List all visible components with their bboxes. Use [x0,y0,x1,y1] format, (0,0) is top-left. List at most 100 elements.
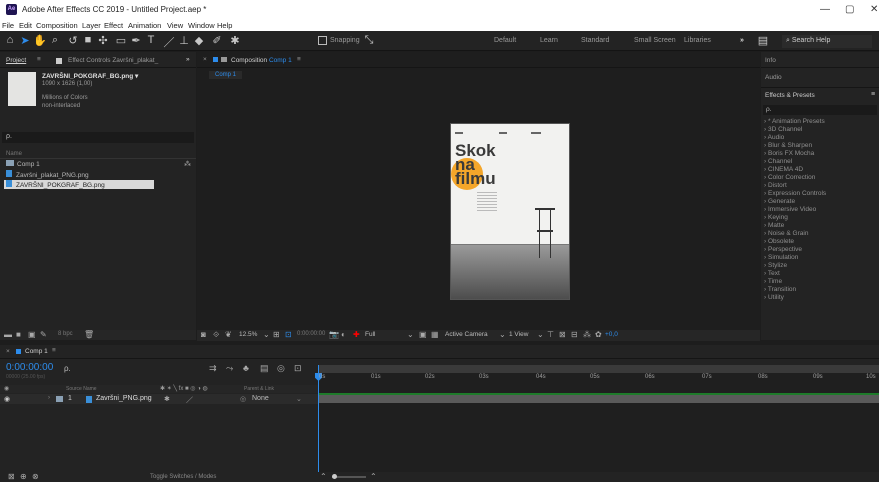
motion-blur-icon[interactable]: ◎ [277,363,285,374]
menu-help[interactable]: Help [217,21,232,30]
new-composition-icon[interactable]: ▣ [28,330,36,339]
toggle-switches-modes[interactable]: Toggle Switches / Modes [150,474,216,480]
eraser-tool-icon[interactable]: ◆ [192,34,206,47]
maximize-button[interactable]: ▢ [845,4,854,15]
expand-layer-icon[interactable]: › [48,395,50,401]
expand-inout-icon[interactable]: ⊗ [32,472,39,481]
close-tab-icon[interactable]: × [203,56,207,63]
list-item[interactable]: Comp 1 [6,160,40,168]
bpc-label[interactable]: 8 bpc [58,331,73,337]
tab-project[interactable]: Project [6,57,26,64]
effect-category-item[interactable]: › Boris FX Mocha [764,150,814,157]
clone-stamp-icon[interactable]: ⊥ [177,34,191,47]
menu-edit[interactable]: Edit [19,21,32,30]
minimize-button[interactable]: — [820,4,830,15]
timeline-search-input[interactable]: ρ. [64,364,71,373]
type-tool-icon[interactable]: T [144,34,158,46]
table-row[interactable]: ◉ › 1 Završni_PNG.png ✱ ／ ◎ None ⌄ [0,394,318,404]
snapping-checkbox[interactable] [318,36,327,45]
tab-effect-controls[interactable]: Effect Controls Završni_plakat_ [68,57,158,64]
toggle-pixel-aspect-icon[interactable]: ⊤ [547,330,554,339]
effect-category-item[interactable]: › 3D Channel [764,126,802,133]
effect-category-item[interactable]: › Keying [764,214,788,221]
effects-menu-icon[interactable]: ≡ [871,91,875,98]
zoom-tool-icon[interactable]: ⌕ [48,34,62,47]
color-swatch-icon[interactable]: ◐ [341,330,346,339]
effect-category-item[interactable]: › Distort [764,182,787,189]
search-help-input[interactable]: ⌕ Search Help [782,35,872,48]
pickwhip-icon[interactable]: ◎ [240,395,246,403]
zoom-slider[interactable] [332,476,366,478]
region-of-interest-icon[interactable]: ▣ [419,330,427,339]
effect-category-item[interactable]: › Simulation [764,254,798,261]
mask-icon[interactable]: ⊡ [285,330,292,339]
effect-category-item[interactable]: › Text [764,270,780,277]
effect-category-item[interactable]: › Blur & Sharpen [764,142,812,149]
column-name-header[interactable]: Name [6,151,22,157]
pen-tool-icon[interactable]: ✒ [129,34,143,47]
graph-editor-icon[interactable]: ⊡ [294,363,302,374]
visibility-eye-icon[interactable]: ◉ [4,395,10,403]
menu-effect[interactable]: Effect [104,21,123,30]
effect-category-item[interactable]: › CINEMA 4D [764,166,803,173]
frame-blending-icon[interactable]: ▤ [260,363,269,374]
menu-window[interactable]: Window [188,21,215,30]
draft-3d-icon[interactable]: ⤳ [226,363,233,374]
effect-category-item[interactable]: › Stylize [764,262,787,269]
grid-icon[interactable]: ⊞ [273,330,280,339]
exposure-value[interactable]: +0,0 [605,331,618,338]
parent-dropdown[interactable]: None [252,395,269,402]
timeline-current-time[interactable]: 0:00:00:00 [6,362,53,373]
effect-category-item[interactable]: › Utility [764,294,784,301]
preview-icon[interactable]: ◙ [201,330,206,339]
quality-switch-icon[interactable]: ／ [186,395,193,405]
effect-category-item[interactable]: › Time [764,278,782,285]
flowchart-icon[interactable]: ⁂ [583,330,591,339]
close-button[interactable]: ✕ [870,4,878,15]
effect-category-item[interactable]: › Obsolete [764,238,794,245]
panel-more-button[interactable]: » [186,56,190,63]
view-layout-dropdown[interactable]: 1 View [509,331,528,338]
tab-timeline-comp[interactable]: Comp 1 [25,348,48,355]
effect-category-item[interactable]: › Transition [764,286,796,293]
home-icon[interactable]: ⌂ [3,34,17,46]
resolution-dropdown[interactable]: Full [365,331,375,338]
workspace-more-button[interactable]: » [740,37,744,44]
exposure-icon[interactable]: ✿ [595,330,602,339]
menu-composition[interactable]: Composition [36,21,78,30]
menu-view[interactable]: View [167,21,183,30]
workspace-learn[interactable]: Learn [540,37,558,44]
roto-brush-icon[interactable]: ✐ [210,34,224,47]
effects-search-input[interactable]: ρ. [763,105,877,115]
trash-icon[interactable]: 🗑 [84,330,94,339]
composition-menu-icon[interactable]: ≡ [297,56,301,63]
fast-previews-icon[interactable]: ⊠ [559,330,566,339]
rotate-tool-icon[interactable]: ↺ [66,34,80,47]
shy-switch-icon[interactable]: ✱ [164,395,170,403]
source-name-header[interactable]: Source Name [66,386,97,392]
brush-tool-icon[interactable]: ／ [162,34,176,50]
adjust-icon[interactable]: ✎ [40,330,47,339]
list-item[interactable]: Završni_plakat_PNG.png [6,170,89,179]
workspace-libraries[interactable]: Libraries [684,37,711,44]
layer-track-bar[interactable] [318,395,879,403]
rgb-icon[interactable]: ✚ [353,330,360,339]
zoom-dropdown[interactable]: 12.5% [239,331,257,338]
hand-tool-icon[interactable]: ✋ [33,34,47,47]
flowchart-icon[interactable]: ⁂ [184,160,191,168]
pan-behind-tool-icon[interactable]: ✣ [96,34,110,47]
comp-mini-flowchart-icon[interactable]: ⇉ [209,363,217,374]
effect-category-item[interactable]: › Immersive Video [764,206,816,213]
layer-name[interactable]: Završni_PNG.png [96,395,152,402]
effect-category-item[interactable]: › Audio [764,134,784,141]
new-folder-icon[interactable]: ■ [16,330,21,339]
comp-flow-tab[interactable]: Comp 1 [209,71,243,79]
rectangle-tool-icon[interactable]: ▭ [114,34,128,47]
expand-transfer-icon[interactable]: ⊕ [20,472,27,481]
transparency-grid-icon[interactable]: ▦ [431,330,439,339]
camera-tool-icon[interactable]: ■ [81,34,95,46]
effects-presets-tab[interactable]: Effects & Presets [765,92,815,99]
workspace-standard[interactable]: Standard [581,37,609,44]
effect-category-item[interactable]: › Color Correction [764,174,815,181]
project-search-input[interactable]: ρ. [2,132,194,143]
